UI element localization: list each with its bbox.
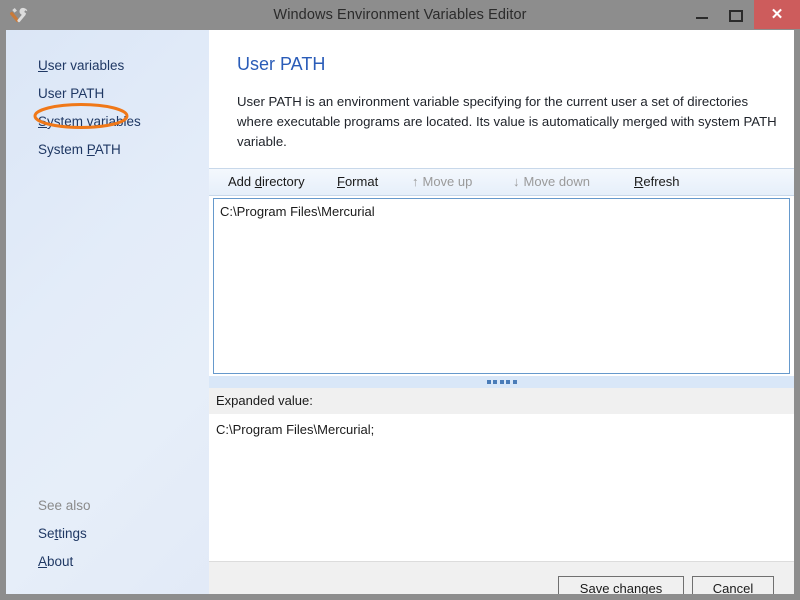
toolbar-move-down-label: Move down [523,174,590,189]
directory-list[interactable]: C:\Program Files\Mercurial [213,198,790,374]
sidebar-item-user-path-label: User PATH [38,86,105,101]
minimize-icon [696,17,708,20]
sidebar-item-system-variables-label: ystem variables [47,114,141,129]
splitter-grip-icon [486,380,517,384]
close-icon: ✕ [770,6,784,23]
cancel-button[interactable]: Cancel [692,576,774,594]
toolbar-move-up-button[interactable]: ↑ Move up [412,169,472,195]
sidebar-item-about[interactable]: About [6,548,209,576]
sidebar: User variables User PATH System variable… [6,30,209,594]
sidebar-item-system-variables[interactable]: System variables [6,108,209,136]
arrow-down-icon: ↓ [513,174,520,189]
list-item[interactable]: C:\Program Files\Mercurial [214,199,789,225]
page-description: User PATH is an environment variable spe… [237,94,777,149]
client-area: User variables User PATH System variable… [6,30,794,594]
arrow-up-icon: ↑ [412,174,419,189]
title-bar[interactable]: Windows Environment Variables Editor ✕ [0,0,800,30]
sidebar-item-user-variables[interactable]: User variables [6,52,209,80]
toolbar-add-directory-button[interactable]: Add directory [228,169,305,195]
splitter-handle[interactable] [209,376,794,388]
toolbar-move-down-button[interactable]: ↓ Move down [513,169,590,195]
sidebar-item-system-path[interactable]: System PATH [6,136,209,164]
sidebar-see-also: See also Settings About [6,492,209,576]
expanded-value-panel[interactable]: C:\Program Files\Mercurial; [209,414,794,561]
window-title: Windows Environment Variables Editor [273,7,527,23]
sidebar-item-settings[interactable]: Settings [6,520,209,548]
toolbar-move-up-label: Move up [422,174,473,189]
sidebar-item-user-path[interactable]: User PATH [6,80,209,108]
sidebar-item-user-variables-label: ser variables [47,58,125,73]
content-header: User PATH User PATH is an environment va… [209,30,794,168]
maximize-button[interactable] [716,0,754,29]
close-button[interactable]: ✕ [754,0,800,29]
toolbar: Add directory Format ↑ Move up ↓ Move down… [209,168,794,196]
sidebar-item-system-path-label: System [38,142,87,157]
page-title: User PATH [237,54,326,74]
toolbar-refresh-button[interactable]: Refresh [634,169,680,195]
expanded-value-label: Expanded value: [216,393,313,408]
maximize-icon [729,9,743,22]
content-panel: User PATH User PATH is an environment va… [209,30,794,594]
expanded-value-text: C:\Program Files\Mercurial; [216,422,375,437]
sidebar-nav: User variables User PATH System variable… [6,52,209,164]
see-also-heading: See also [38,498,91,513]
dialog-footer: Save changes Cancel [209,561,794,594]
save-changes-button[interactable]: Save changes [558,576,684,594]
toolbar-format-button[interactable]: Format [337,169,378,195]
expanded-value-header: Expanded value: [209,388,794,414]
application-window: Windows Environment Variables Editor ✕ U… [0,0,800,600]
